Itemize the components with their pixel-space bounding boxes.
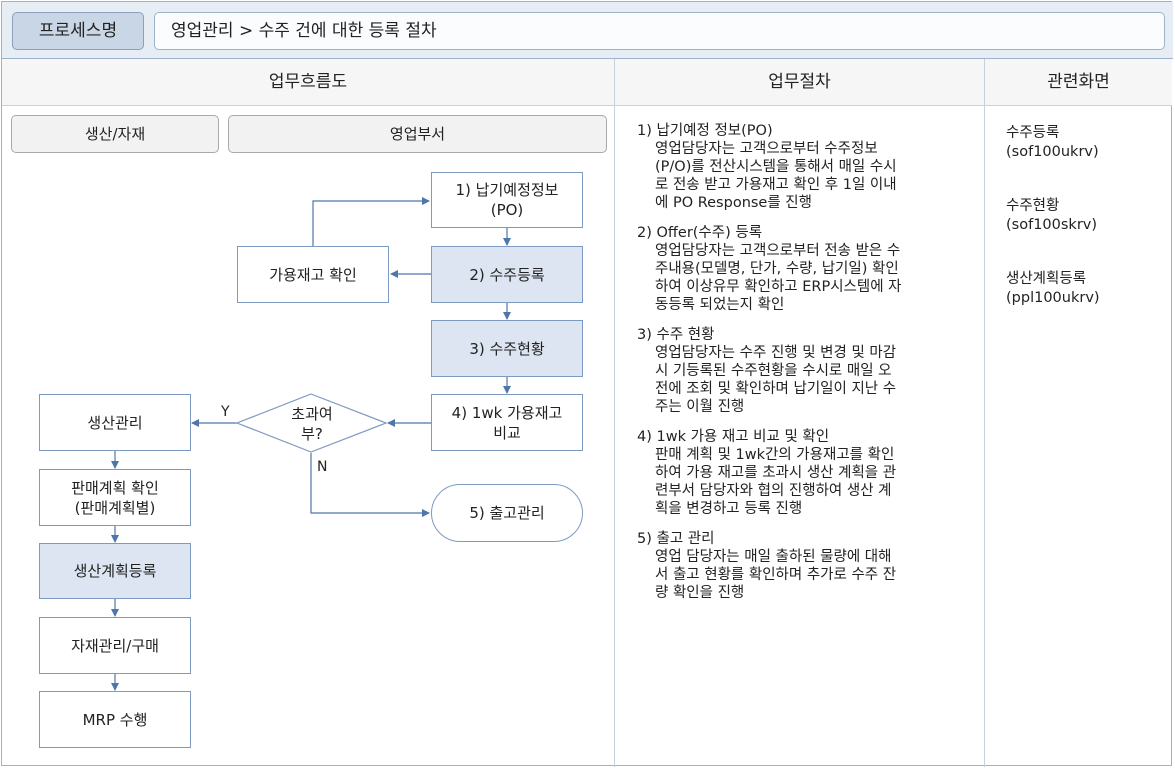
procedure-line: 로 전송 받고 가용재고 확인 후 1일 이내: [655, 177, 897, 193]
procedure-line: 동등록 되었는지 확인: [655, 297, 785, 313]
screen-name: 수주현황: [1006, 198, 1060, 214]
procedure-step-title: 1) 납기예정 정보(PO): [637, 123, 773, 139]
screen-name: 생산계획등록: [1006, 271, 1087, 287]
procedure-line: 서 출고 현황를 확인하며 추가로 수주 잔: [655, 567, 897, 583]
flow-text: 생산계획등록: [73, 562, 157, 580]
screen-item: 수주현황 (sof100skrv): [1006, 197, 1166, 235]
procedure-step-title: 5) 출고 관리: [637, 531, 715, 547]
flow-text: (PO): [490, 201, 524, 219]
screen-code: (sof100skrv): [1006, 217, 1098, 233]
flow-box-mrp: MRP 수행: [39, 691, 191, 748]
flow-text: MRP 수행: [82, 710, 148, 729]
column-header-screens: 관련화면: [985, 59, 1172, 106]
procedure-line: 전에 조회 및 확인하며 납기일이 지난 수: [655, 381, 897, 397]
procedure-step-title: 3) 수주 현황: [637, 327, 715, 343]
screen-name: 수주등록: [1006, 125, 1060, 141]
decision-yes-label: Y: [221, 404, 230, 420]
procedure-step: 5) 출고 관리 영업 담당자는 매일 출하된 물량에 대해 서 출고 현황를 …: [637, 530, 967, 602]
flow-box-po-info: 1) 납기예정정보 (PO): [431, 172, 583, 228]
procedure-step-title: 2) Offer(수주) 등록: [637, 225, 763, 241]
procedure-list: 1) 납기예정 정보(PO) 영업담당자는 고객으로부터 수주정보 (P/O)를…: [637, 122, 967, 614]
flow-box-material: 자재관리/구매: [39, 617, 191, 674]
flow-box-production-mgmt: 생산관리: [39, 394, 191, 451]
flow-text: (판매계획별): [74, 498, 156, 517]
procedure-step: 1) 납기예정 정보(PO) 영업담당자는 고객으로부터 수주정보 (P/O)를…: [637, 122, 967, 212]
arrow-stock-to-po: [312, 197, 430, 246]
procedure-step: 2) Offer(수주) 등록 영업담당자는 고객으로부터 전송 받은 수 주내…: [637, 224, 967, 314]
related-screens: 수주등록 (sof100ukrv) 수주현황 (sof100skrv) 생산계획…: [1006, 124, 1166, 343]
procedure-line: 영업 담당자는 매일 출하된 물량에 대해: [655, 549, 892, 565]
flow-text: 4) 1wk 가용재고: [451, 403, 563, 422]
screen-item: 수주등록 (sof100ukrv): [1006, 124, 1166, 162]
column-divider: [984, 59, 985, 767]
procedure-line: 판매 계획 및 1wk간의 가용재고를 확인: [655, 447, 895, 463]
flow-text: 가용재고 확인: [269, 265, 357, 284]
procedure-step: 4) 1wk 가용 재고 비교 및 확인 판매 계획 및 1wk간의 가용재고를…: [637, 428, 967, 518]
flow-box-shipping: 5) 출고관리: [431, 484, 583, 542]
flow-text: 비교: [493, 423, 521, 442]
flow-text: 판매계획 확인: [71, 478, 159, 497]
procedure-step-desc: 영업담당자는 고객으로부터 전송 받은 수 주내용(모델명, 단가, 수량, 납…: [637, 242, 967, 314]
procedure-step-desc: 판매 계획 및 1wk간의 가용재고를 확인 하여 가용 재고를 초과시 생산 …: [637, 446, 967, 518]
flow-box-stock-check: 가용재고 확인: [237, 246, 389, 303]
procedure-line: 획을 변경하고 등록 진행: [655, 501, 803, 517]
procedure-line: 에 PO Response를 진행: [655, 195, 812, 211]
decision-no-label: N: [317, 459, 328, 475]
procedure-line: (P/O)를 전산시스템을 통해서 매일 수시: [655, 159, 897, 175]
flow-box-stock-compare: 4) 1wk 가용재고 비교: [431, 394, 583, 451]
procedure-line: 영업담당자는 고객으로부터 수주정보: [655, 141, 878, 157]
decision-label: 초과여 부?: [272, 404, 352, 444]
flow-box-order-status: 3) 수주현황: [431, 320, 583, 377]
procedure-line: 하여 가용 재고를 초과시 생산 계획을 관: [655, 465, 897, 481]
screen-code: (sof100ukrv): [1006, 144, 1099, 160]
flow-box-production-plan: 생산계획등록: [39, 543, 191, 599]
procedure-line: 주내용(모델명, 단가, 수량, 납기일) 확인: [655, 261, 899, 277]
flow-text: 2) 수주등록: [469, 265, 545, 284]
flow-box-sales-plan: 판매계획 확인 (판매계획별): [39, 469, 191, 526]
procedure-line: 하여 이상유무 확인하고 ERP시스템에 자: [655, 279, 902, 295]
procedure-line: 시 기등록된 수주현황을 수시로 매일 오: [655, 363, 892, 379]
flow-box-order-registration: 2) 수주등록: [431, 246, 583, 303]
procedure-line: 영업담당자는 수주 진행 및 변경 및 마감: [655, 345, 897, 361]
column-header-procedure: 업무절차: [615, 59, 984, 106]
flow-text: 생산관리: [87, 413, 143, 432]
screen-code: (ppl100ukrv): [1006, 290, 1100, 306]
flow-text: 자재관리/구매: [71, 636, 159, 655]
procedure-step-desc: 영업담당자는 고객으로부터 수주정보 (P/O)를 전산시스템을 통해서 매일 …: [637, 140, 967, 212]
flow-text: 초과여: [291, 405, 333, 423]
procedure-line: 주는 이월 진행: [655, 399, 745, 415]
procedure-line: 련부서 담당자와 협의 진행하여 생산 계: [655, 483, 892, 499]
screen-item: 생산계획등록 (ppl100ukrv): [1006, 270, 1166, 308]
procedure-step-desc: 영업담당자는 수주 진행 및 변경 및 마감 시 기등록된 수주현황을 수시로 …: [637, 344, 967, 416]
arrow-decision-no: [310, 453, 430, 517]
procedure-step-desc: 영업 담당자는 매일 출하된 물량에 대해 서 출고 현황를 확인하며 추가로 …: [637, 548, 967, 602]
procedure-step: 3) 수주 현황 영업담당자는 수주 진행 및 변경 및 마감 시 기등록된 수…: [637, 326, 967, 416]
procedure-step-title: 4) 1wk 가용 재고 비교 및 확인: [637, 429, 830, 445]
flow-text: 3) 수주현황: [469, 339, 545, 358]
flow-text: 5) 출고관리: [469, 504, 545, 522]
flow-text: 부?: [301, 425, 323, 443]
procedure-line: 영업담당자는 고객으로부터 전송 받은 수: [655, 243, 901, 259]
procedure-line: 량 확인을 진행: [655, 585, 745, 601]
flow-text: 1) 납기예정정보: [455, 181, 559, 199]
